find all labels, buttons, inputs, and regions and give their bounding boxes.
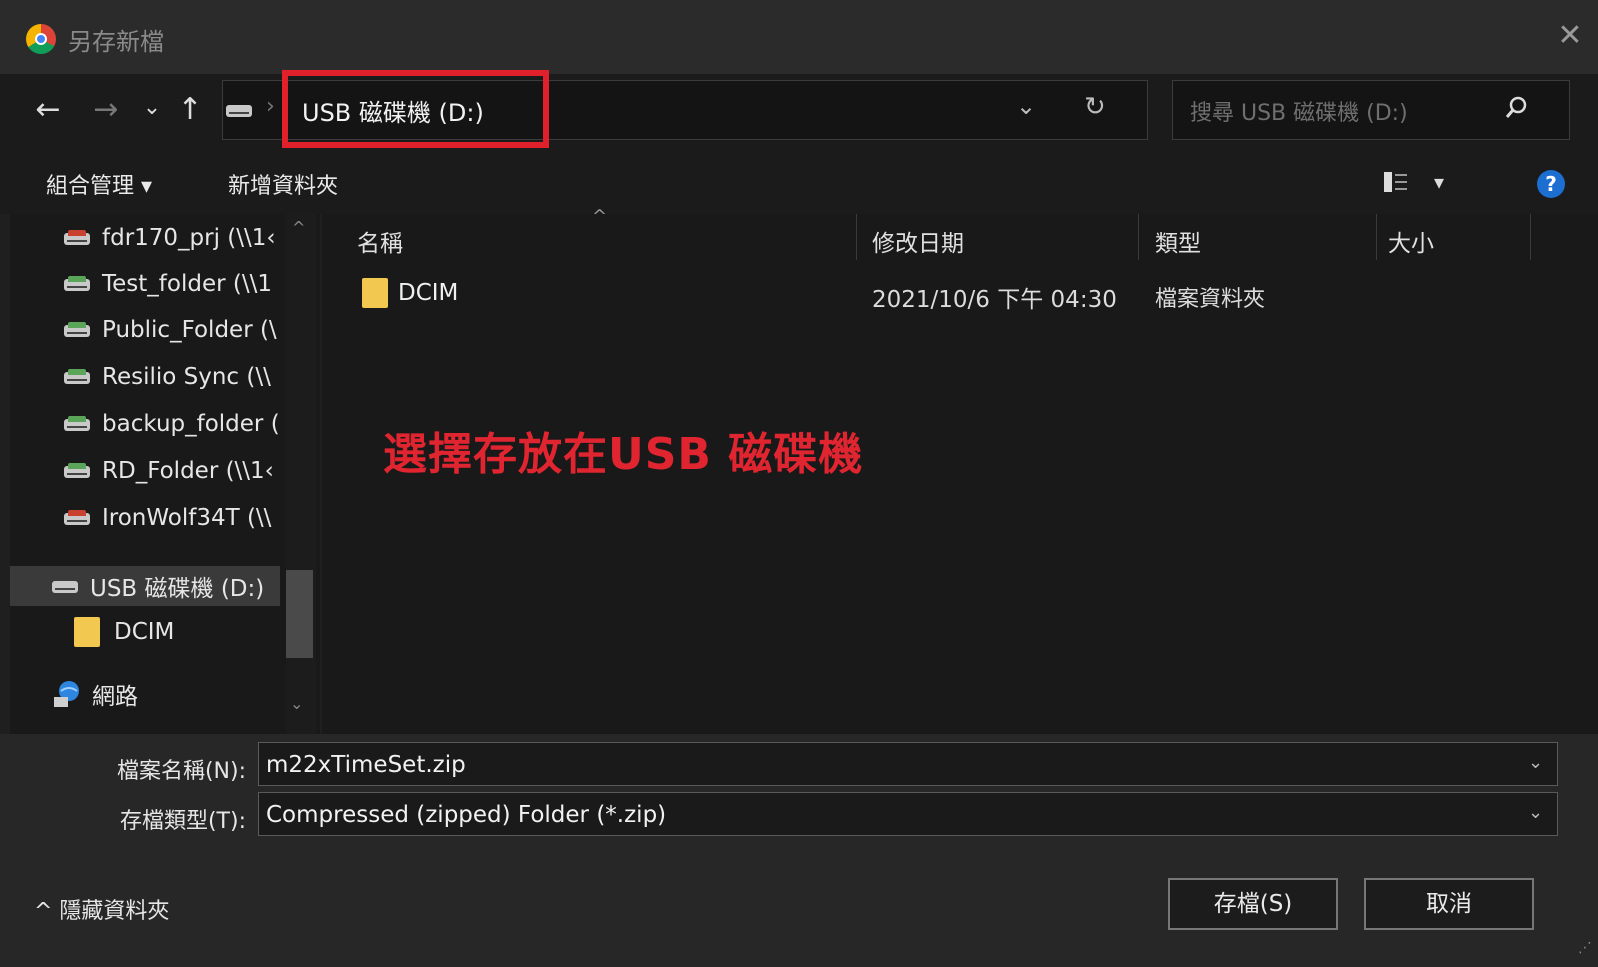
sidebar-item-label: fdr170_prj (\\1‹ xyxy=(102,225,276,251)
usb-drive-icon xyxy=(226,102,264,122)
new-folder-button[interactable]: 新增資料夾 xyxy=(228,168,338,200)
sidebar-item-network[interactable]: 網路 xyxy=(52,672,282,716)
organize-menu[interactable]: 組合管理 ▾ xyxy=(46,168,152,200)
sidebar-item-label: 網路 xyxy=(92,684,138,710)
sidebar-item-backup-folder[interactable]: backup_folder ( xyxy=(64,402,294,446)
up-arrow-icon[interactable]: ↑ xyxy=(172,90,208,130)
scroll-up-icon[interactable]: ^ xyxy=(292,218,305,237)
column-divider[interactable] xyxy=(1138,214,1139,260)
sidebar-item-dcim[interactable]: DCIM xyxy=(74,610,304,654)
column-divider[interactable] xyxy=(856,214,857,260)
sidebar-item-label: USB 磁碟機 (D:) xyxy=(90,576,265,602)
forward-arrow-icon[interactable]: → xyxy=(86,90,126,130)
file-row-modified: 2021/10/6 下午 04:30 xyxy=(872,287,1117,313)
network-drive-icon xyxy=(64,276,90,292)
column-header-size[interactable]: 大小 xyxy=(1388,224,1434,258)
address-highlight-box xyxy=(282,70,549,148)
column-header-modified[interactable]: 修改日期 xyxy=(872,224,964,258)
column-divider[interactable] xyxy=(1530,214,1531,260)
usb-drive-icon xyxy=(52,578,78,594)
sidebar-item-label: backup_folder ( xyxy=(102,411,280,437)
sidebar-item-label: Public_Folder (\ xyxy=(102,317,277,343)
nav-scrollbar-thumb[interactable] xyxy=(286,570,313,658)
filetype-label: 存檔類型(T): xyxy=(119,809,246,834)
sidebar-item-label: RD_Folder (\\1‹ xyxy=(102,458,274,484)
title-bar xyxy=(0,0,1598,74)
filename-dropdown-icon[interactable]: ⌄ xyxy=(1528,752,1543,773)
column-divider[interactable] xyxy=(1376,214,1377,260)
resize-grip-icon[interactable]: ⋰ xyxy=(1578,940,1592,956)
file-row-name[interactable]: DCIM xyxy=(398,280,458,306)
sidebar-item-label: Resilio Sync (\\ xyxy=(102,364,271,390)
filetype-value[interactable]: Compressed (zipped) Folder (*.zip) xyxy=(266,802,666,828)
chrome-icon xyxy=(26,24,56,54)
sort-ascending-icon: ^ xyxy=(592,206,608,227)
close-button[interactable]: ✕ xyxy=(1552,18,1588,54)
network-drive-icon xyxy=(64,369,90,385)
network-drive-icon xyxy=(64,322,90,338)
annotation-text: 選擇存放在USB 磁碟機 xyxy=(383,429,864,480)
folder-icon xyxy=(74,617,100,647)
network-drive-icon xyxy=(64,416,90,432)
recent-locations-chevron-icon[interactable]: ⌄ xyxy=(140,88,164,128)
help-icon[interactable]: ? xyxy=(1537,170,1565,198)
sidebar-item-label: DCIM xyxy=(114,619,175,645)
search-icon[interactable] xyxy=(1504,94,1530,124)
network-icon xyxy=(52,679,82,709)
view-dropdown-icon[interactable]: ▾ xyxy=(1434,170,1444,194)
folder-icon[interactable] xyxy=(362,278,388,312)
sidebar-item-label: IronWolf34T (\\ xyxy=(102,505,272,531)
sidebar-item-usb-drive[interactable]: USB 磁碟機 (D:) xyxy=(52,564,282,608)
sidebar-item-fdr170[interactable]: fdr170_prj (\\1‹ xyxy=(64,216,294,260)
sidebar-item-ironwolf[interactable]: IronWolf34T (\\ xyxy=(64,496,294,540)
sidebar-item-rd-folder[interactable]: RD_Folder (\\1‹ xyxy=(64,449,294,493)
view-options-icon[interactable] xyxy=(1384,170,1418,198)
column-header-name[interactable]: 名稱 xyxy=(357,224,403,258)
network-drive-disconnected-icon xyxy=(64,230,90,246)
sidebar-item-test-folder[interactable]: Test_folder (\\1 xyxy=(64,262,294,306)
cancel-button[interactable]: 取消 xyxy=(1364,878,1534,930)
column-header-type[interactable]: 類型 xyxy=(1155,224,1201,258)
address-dropdown-icon[interactable]: ⌄ xyxy=(1016,92,1036,120)
network-drive-disconnected-icon xyxy=(64,510,90,526)
filename-label: 檔案名稱(N): xyxy=(116,759,246,784)
search-placeholder: 搜尋 USB 磁碟機 (D:) xyxy=(1190,101,1408,126)
window-title: 另存新檔 xyxy=(68,28,164,56)
refresh-icon[interactable]: ↻ xyxy=(1084,92,1106,122)
hide-folders-toggle[interactable]: ^ 隱藏資料夾 xyxy=(34,893,169,925)
filename-value[interactable]: m22xTimeSet.zip xyxy=(266,752,466,778)
sidebar-item-public-folder[interactable]: Public_Folder (\ xyxy=(64,308,294,352)
scroll-down-icon[interactable]: ⌄ xyxy=(290,694,303,713)
filetype-dropdown-icon[interactable]: ⌄ xyxy=(1528,802,1543,823)
breadcrumb-separator-icon: › xyxy=(266,94,275,119)
sidebar-item-resilio-sync[interactable]: Resilio Sync (\\ xyxy=(64,355,294,399)
back-arrow-icon[interactable]: ← xyxy=(28,90,68,130)
sidebar-item-label: Test_folder (\\1 xyxy=(102,271,272,297)
file-row-type: 檔案資料夾 xyxy=(1155,287,1266,312)
save-button[interactable]: 存檔(S) xyxy=(1168,878,1338,930)
network-drive-icon xyxy=(64,463,90,479)
